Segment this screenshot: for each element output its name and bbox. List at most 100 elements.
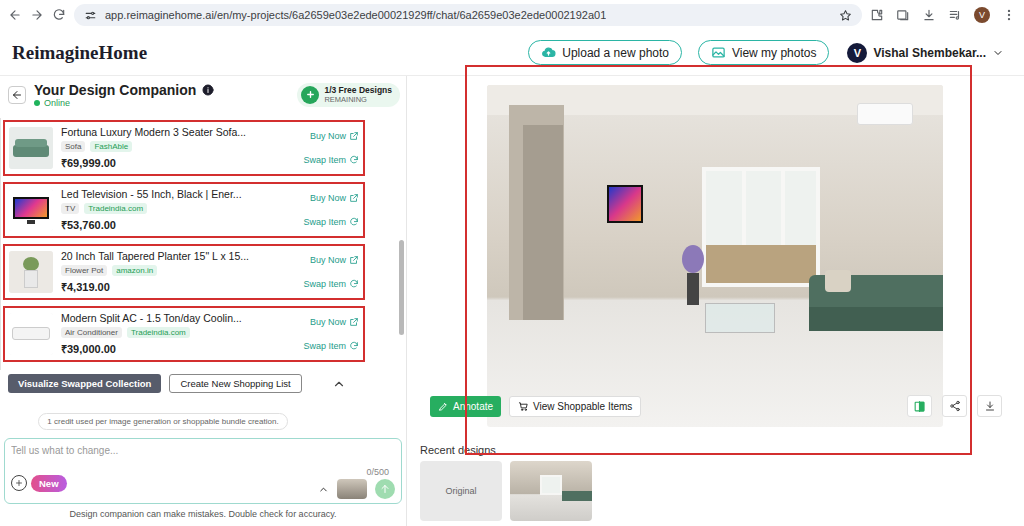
external-link-icon <box>349 131 359 141</box>
compare-icon[interactable] <box>907 395 932 417</box>
product-info: Fortuna Luxury Modern 3 Seater Sofa... So… <box>61 126 289 170</box>
site-info-icon[interactable] <box>84 9 97 22</box>
reload-icon[interactable] <box>52 8 66 22</box>
product-tag: Tradeindia.com <box>127 327 190 338</box>
product-tag: Flower Pot <box>61 265 107 276</box>
buy-now-link[interactable]: Buy Now <box>310 193 359 203</box>
send-arrow-icon[interactable] <box>375 479 395 499</box>
user-menu[interactable]: VVishal Shembekar... <box>847 43 1004 63</box>
cart-icon <box>518 401 529 412</box>
profile-avatar[interactable]: V <box>974 7 990 23</box>
forward-arrow-icon[interactable] <box>30 8 44 22</box>
extensions-icon[interactable] <box>870 8 884 22</box>
chevron-up-icon[interactable] <box>332 377 346 391</box>
media-icon[interactable] <box>948 8 962 22</box>
buy-now-label: Buy Now <box>310 317 346 327</box>
browser-actions: V <box>870 7 1016 23</box>
product-info: Modern Split AC - 1.5 Ton/day Coolin... A… <box>61 312 289 356</box>
bookmark-star-icon[interactable] <box>839 9 852 22</box>
swap-item-link[interactable]: Swap Item <box>303 279 359 289</box>
badge-count: 1/3 Free Designs <box>324 86 392 96</box>
address-bar[interactable]: app.reimaginehome.ai/en/my-projects/6a26… <box>74 4 862 26</box>
info-icon[interactable] <box>202 84 214 96</box>
collection-actions: Visualize Swapped Collection Create New S… <box>0 372 406 395</box>
download-icon[interactable] <box>977 395 1002 417</box>
design-thumbnail[interactable] <box>510 461 592 521</box>
online-dot <box>34 100 40 106</box>
message-toolbar: New 0/500 <box>11 467 395 499</box>
product-item: Led Television - 55 Inch, Black | Ener..… <box>3 182 365 238</box>
room-photo[interactable] <box>487 85 943 427</box>
product-price: ₹39,000.00 <box>61 341 289 356</box>
sofa-image <box>9 127 53 169</box>
photos-icon <box>711 45 726 60</box>
image-thumbnail[interactable] <box>337 479 367 499</box>
product-price: ₹53,760.00 <box>61 217 289 232</box>
back-arrow-icon[interactable] <box>8 8 22 22</box>
new-button[interactable]: New <box>11 475 67 492</box>
product-item: 20 Inch Tall Tapered Planter 15" L x 15.… <box>3 244 365 300</box>
product-title[interactable]: Modern Split AC - 1.5 Ton/day Coolin... <box>61 312 289 324</box>
original-thumbnail[interactable]: Original <box>420 461 502 521</box>
product-tag: TV <box>61 203 79 214</box>
view-photos-button[interactable]: View my photos <box>698 40 830 65</box>
product-actions: Buy Now Swap Item <box>297 193 359 227</box>
product-title[interactable]: Led Television - 55 Inch, Black | Ener..… <box>61 188 289 200</box>
buy-now-link[interactable]: Buy Now <box>310 131 359 141</box>
chat-header: Your Design CompanionOnline1/3 Free Desi… <box>0 76 406 114</box>
product-price: ₹69,999.00 <box>61 155 289 170</box>
product-price: ₹4,319.00 <box>61 279 289 294</box>
app-header: ReimagineHome Upload a new photo View my p… <box>0 30 1024 76</box>
external-link-icon <box>349 193 359 203</box>
swap-icon <box>349 341 359 351</box>
scrollbar-thumb[interactable] <box>399 240 404 335</box>
disclaimer: Design companion can make mistakes. Doub… <box>0 509 406 519</box>
user-avatar: V <box>847 43 867 63</box>
chevron-down-icon <box>992 47 1004 59</box>
buy-now-link[interactable]: Buy Now <box>310 255 359 265</box>
credit-note: 1 credit used per image generation or sh… <box>38 413 287 430</box>
upload-photo-button[interactable]: Upload a new photo <box>528 40 682 65</box>
product-tag: Tradeindia.com <box>84 203 147 214</box>
button-label: Upload a new photo <box>562 46 669 60</box>
download-icon[interactable] <box>922 8 936 22</box>
swap-item-link[interactable]: Swap Item <box>303 341 359 351</box>
swap-item-link[interactable]: Swap Item <box>303 155 359 165</box>
product-tags: Flower Potamazon.in <box>61 265 289 276</box>
product-tags: Air ConditionerTradeindia.com <box>61 327 289 338</box>
browser-toolbar: app.reimaginehome.ai/en/my-projects/6a26… <box>0 0 1024 30</box>
product-actions: Buy Now Swap Item <box>297 255 359 289</box>
buy-now-link[interactable]: Buy Now <box>310 317 359 327</box>
recent-designs-label: Recent designs <box>420 444 1024 456</box>
plus-icon <box>301 86 319 104</box>
chevron-up-icon[interactable] <box>318 484 329 495</box>
annotate-button[interactable]: Annotate <box>430 396 501 417</box>
browser-menu-icon[interactable] <box>1002 8 1016 22</box>
logo[interactable]: ReimagineHome <box>12 42 528 64</box>
product-title[interactable]: 20 Inch Tall Tapered Planter 15" L x 15.… <box>61 250 289 262</box>
swap-item-link[interactable]: Swap Item <box>303 217 359 227</box>
visualize-button[interactable]: Visualize Swapped Collection <box>8 374 161 393</box>
product-tags: SofaFashAble <box>61 141 289 152</box>
overlay-buttons: Annotate View Shoppable Items <box>430 396 641 417</box>
button-label: View my photos <box>732 46 817 60</box>
design-area: Annotate View Shoppable Items Recent desig… <box>407 76 1024 526</box>
swap-item-label: Swap Item <box>303 155 346 165</box>
annotate-icon <box>438 401 449 412</box>
product-item: Fortuna Luxury Modern 3 Seater Sofa... So… <box>3 120 365 176</box>
shoppable-items-button[interactable]: View Shoppable Items <box>509 396 641 417</box>
message-box: New 0/500 <box>4 438 402 504</box>
reading-mode-icon[interactable] <box>896 8 910 22</box>
back-arrow-icon[interactable] <box>8 86 26 104</box>
message-input[interactable] <box>11 443 395 467</box>
design-canvas: Annotate View Shoppable Items <box>422 85 1007 427</box>
character-counter: 0/500 <box>366 467 389 477</box>
product-actions: Buy Now Swap Item <box>297 317 359 351</box>
recent-designs: Original <box>420 461 1024 521</box>
product-title[interactable]: Fortuna Luxury Modern 3 Seater Sofa... <box>61 126 289 138</box>
swap-item-label: Swap Item <box>303 279 346 289</box>
image-tools <box>907 395 1002 417</box>
badge-text: 1/3 Free DesignsREMAINING <box>324 86 392 104</box>
new-list-button[interactable]: Create New Shopping List <box>169 374 301 393</box>
share-icon[interactable] <box>942 395 967 417</box>
